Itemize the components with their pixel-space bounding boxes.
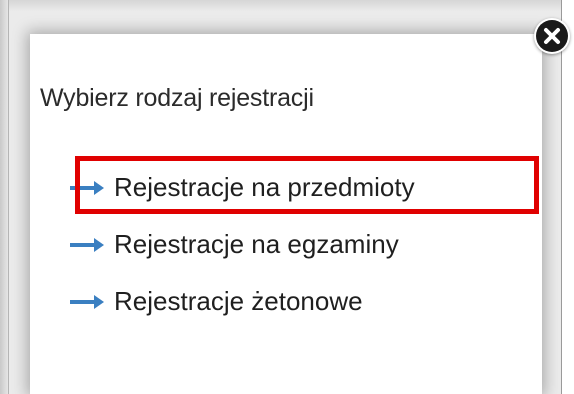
arrow-right-icon [70,237,104,252]
window-left-border [8,0,9,394]
option-label[interactable]: Rejestracje na przedmioty [114,172,415,203]
option-rejestracje-na-egzaminy[interactable]: Rejestracje na egzaminy [68,229,399,260]
window-right-edge [562,0,574,394]
close-icon [544,28,560,44]
window-top-edge [0,0,574,12]
option-rejestracje-na-przedmioty[interactable]: Rejestracje na przedmioty [68,172,415,203]
option-label[interactable]: Rejestracje żetonowe [114,286,363,317]
option-rejestracje-zetonowe[interactable]: Rejestracje żetonowe [68,286,363,317]
option-label[interactable]: Rejestracje na egzaminy [114,229,399,260]
window-left-edge [0,0,8,394]
arrow-right-icon [70,294,104,309]
arrow-right-icon [70,180,104,195]
dialog-title: Wybierz rodzaj rejestracji [40,84,314,112]
close-button[interactable] [536,20,568,52]
